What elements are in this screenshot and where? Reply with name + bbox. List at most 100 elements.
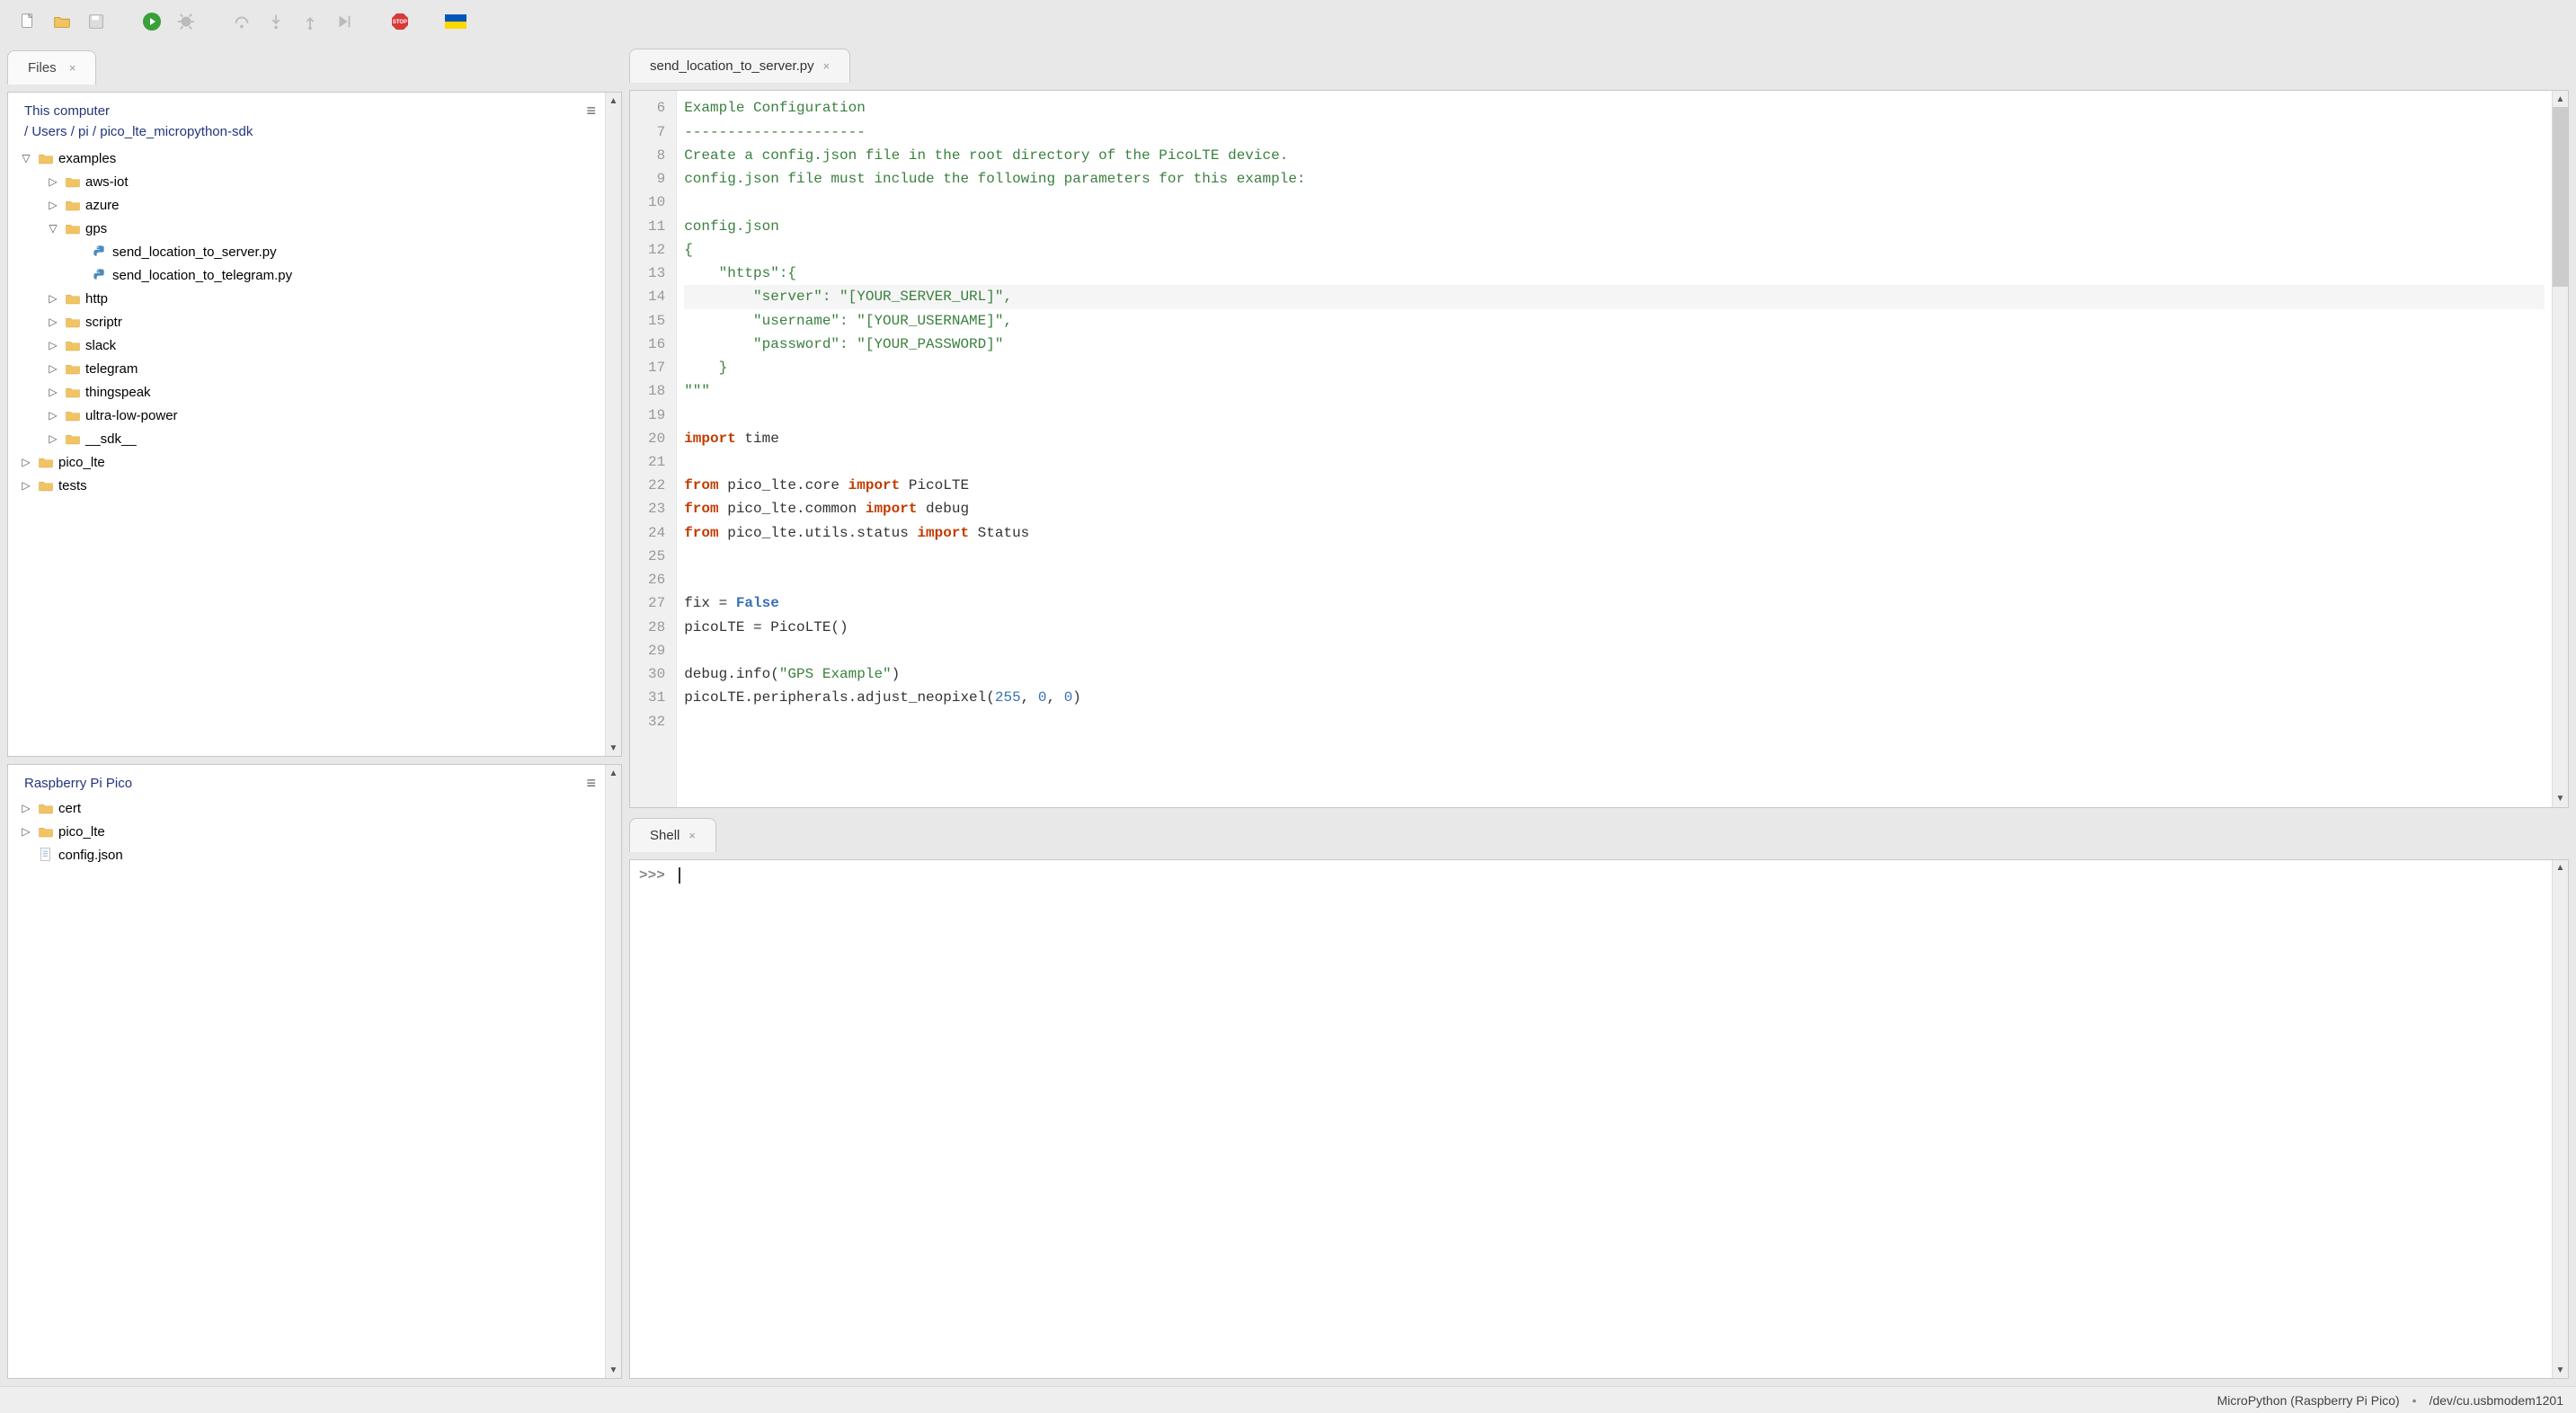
flag-icon: [445, 13, 466, 31]
support-ukraine-button[interactable]: [442, 8, 469, 35]
local-files-panel: This computer ≡ / Users / pi /: [7, 92, 622, 757]
tree-label: tests: [58, 478, 87, 493]
step-out-button[interactable]: [297, 8, 324, 35]
tree-file-send-server[interactable]: send_location_to_server.py: [66, 240, 605, 263]
tree-label: __sdk__: [85, 431, 137, 447]
close-icon[interactable]: ×: [823, 59, 831, 73]
folder-icon: [64, 406, 82, 424]
device-files-scrollbar[interactable]: ▲ ▼: [605, 765, 621, 1378]
open-folder-icon: [52, 12, 72, 31]
step-over-button[interactable]: [228, 8, 255, 35]
tree-label: scriptr: [85, 315, 122, 330]
tree-folder-scriptr[interactable]: ▷scriptr: [39, 310, 605, 333]
run-button[interactable]: [138, 8, 165, 35]
chevron-right-icon: ▷: [46, 198, 60, 212]
tree-folder-thingspeak[interactable]: ▷ thingspeak: [39, 380, 605, 404]
scroll-down-icon[interactable]: ▼: [606, 1362, 621, 1378]
tree-folder-tests[interactable]: ▷ tests: [12, 474, 605, 497]
close-icon[interactable]: ×: [688, 829, 696, 842]
chevron-right-icon: ▷: [46, 361, 60, 376]
shell-panel[interactable]: >>> ▲ ▼: [629, 859, 2569, 1379]
tree-label: ultra-low-power: [85, 408, 178, 423]
scroll-thumb[interactable]: [2553, 107, 2568, 286]
device-header[interactable]: Raspberry Pi Pico: [24, 776, 132, 791]
this-computer-header[interactable]: This computer: [24, 103, 110, 119]
shell-scrollbar[interactable]: ▲ ▼: [2552, 860, 2568, 1378]
chevron-right-icon: ▷: [46, 291, 60, 306]
tree-folder-picolte[interactable]: ▷pico_lte: [12, 450, 605, 474]
breadcrumb-root[interactable]: /: [24, 124, 28, 139]
chevron-right-icon: ▷: [19, 478, 33, 493]
tree-folder-aws-iot[interactable]: ▷aws-iot: [39, 170, 605, 193]
chevron-down-icon: ▽: [46, 221, 60, 236]
tree-file-config[interactable]: config.json: [12, 843, 605, 866]
resume-button[interactable]: [331, 8, 358, 35]
tree-file-send-telegram[interactable]: send_location_to_telegram.py: [66, 263, 605, 287]
folder-icon: [64, 336, 82, 354]
editor-scrollbar[interactable]: ▲ ▼: [2552, 91, 2568, 807]
tree-label: gps: [85, 221, 107, 236]
tree-folder-examples[interactable]: ▽ examples: [12, 147, 605, 170]
resume-icon: [334, 12, 354, 31]
chevron-right-icon: ▷: [46, 174, 60, 189]
stop-button[interactable]: STOP: [386, 8, 413, 35]
tree-folder-gps[interactable]: ▽ gps: [39, 217, 605, 240]
folder-icon: [37, 453, 55, 471]
editor-tab[interactable]: send_location_to_server.py ×: [629, 49, 850, 83]
folder-icon: [64, 196, 82, 214]
tree-folder-http[interactable]: ▷http: [39, 287, 605, 310]
save-button[interactable]: [83, 8, 110, 35]
chevron-right-icon: ▷: [19, 801, 33, 815]
folder-icon: [64, 430, 82, 448]
tree-folder-azure[interactable]: ▷azure: [39, 193, 605, 217]
tree-folder-telegram[interactable]: ▷telegram: [39, 357, 605, 380]
scroll-up-icon[interactable]: ▲: [606, 765, 621, 781]
tree-folder-ulp[interactable]: ▷ultra-low-power: [39, 404, 605, 427]
shell-tab[interactable]: Shell ×: [629, 818, 716, 852]
breadcrumb-sdk[interactable]: pico_lte_micropython-sdk: [100, 124, 253, 139]
close-icon[interactable]: ×: [69, 61, 76, 75]
breadcrumb-users[interactable]: Users: [31, 124, 67, 139]
tree-folder-sdk[interactable]: ▷__sdk__: [39, 427, 605, 450]
device-files-panel: Raspberry Pi Pico ≡ ▷ cert ▷pico_lte conf…: [7, 764, 622, 1379]
tree-label: thingspeak: [85, 385, 151, 400]
breadcrumb-sep: /: [93, 124, 96, 139]
step-out-icon: [300, 12, 320, 31]
code-area[interactable]: Example Configuration-------------------…: [677, 91, 2552, 807]
scroll-up-icon[interactable]: ▲: [606, 93, 621, 109]
line-number-gutter: 6789101112131415161718192021222324252627…: [630, 91, 677, 807]
tree-folder-device-picolte[interactable]: ▷pico_lte: [12, 820, 605, 843]
tree-folder-cert[interactable]: ▷ cert: [12, 796, 605, 820]
text-cursor: [679, 867, 680, 884]
panel-menu-icon[interactable]: ≡: [586, 774, 596, 793]
scroll-up-icon[interactable]: ▲: [2553, 91, 2568, 107]
folder-icon: [64, 383, 82, 401]
open-file-button[interactable]: [49, 8, 76, 35]
status-port[interactable]: /dev/cu.usbmodem1201: [2429, 1393, 2563, 1408]
panel-menu-icon[interactable]: ≡: [586, 102, 596, 120]
breadcrumb-pi[interactable]: pi: [78, 124, 89, 139]
scroll-down-icon[interactable]: ▼: [606, 740, 621, 756]
debug-button[interactable]: [173, 8, 200, 35]
chevron-right-icon: ▷: [46, 385, 60, 399]
tree-label: cert: [58, 801, 81, 816]
chevron-right-icon: ▷: [19, 824, 33, 839]
toolbar: STOP: [0, 0, 2576, 43]
scroll-up-icon[interactable]: ▲: [2553, 860, 2568, 876]
scroll-down-icon[interactable]: ▼: [2553, 1362, 2568, 1378]
scroll-down-icon[interactable]: ▼: [2553, 791, 2568, 807]
svg-text:STOP: STOP: [393, 20, 407, 25]
code-editor[interactable]: 6789101112131415161718192021222324252627…: [629, 90, 2569, 808]
shell-tab-label: Shell: [650, 828, 680, 843]
tree-folder-slack[interactable]: ▷slack: [39, 333, 605, 357]
new-file-icon: [18, 12, 38, 31]
tree-label: send_location_to_telegram.py: [112, 268, 292, 283]
new-file-button[interactable]: [14, 8, 41, 35]
folder-icon: [64, 219, 82, 237]
step-into-button[interactable]: [262, 8, 289, 35]
local-files-scrollbar[interactable]: ▲ ▼: [605, 93, 621, 756]
step-into-icon: [266, 12, 286, 31]
files-tab[interactable]: Files ×: [7, 50, 96, 84]
status-bar: MicroPython (Raspberry Pi Pico) • /dev/c…: [0, 1386, 2576, 1413]
status-interpreter[interactable]: MicroPython (Raspberry Pi Pico): [2217, 1393, 2400, 1408]
